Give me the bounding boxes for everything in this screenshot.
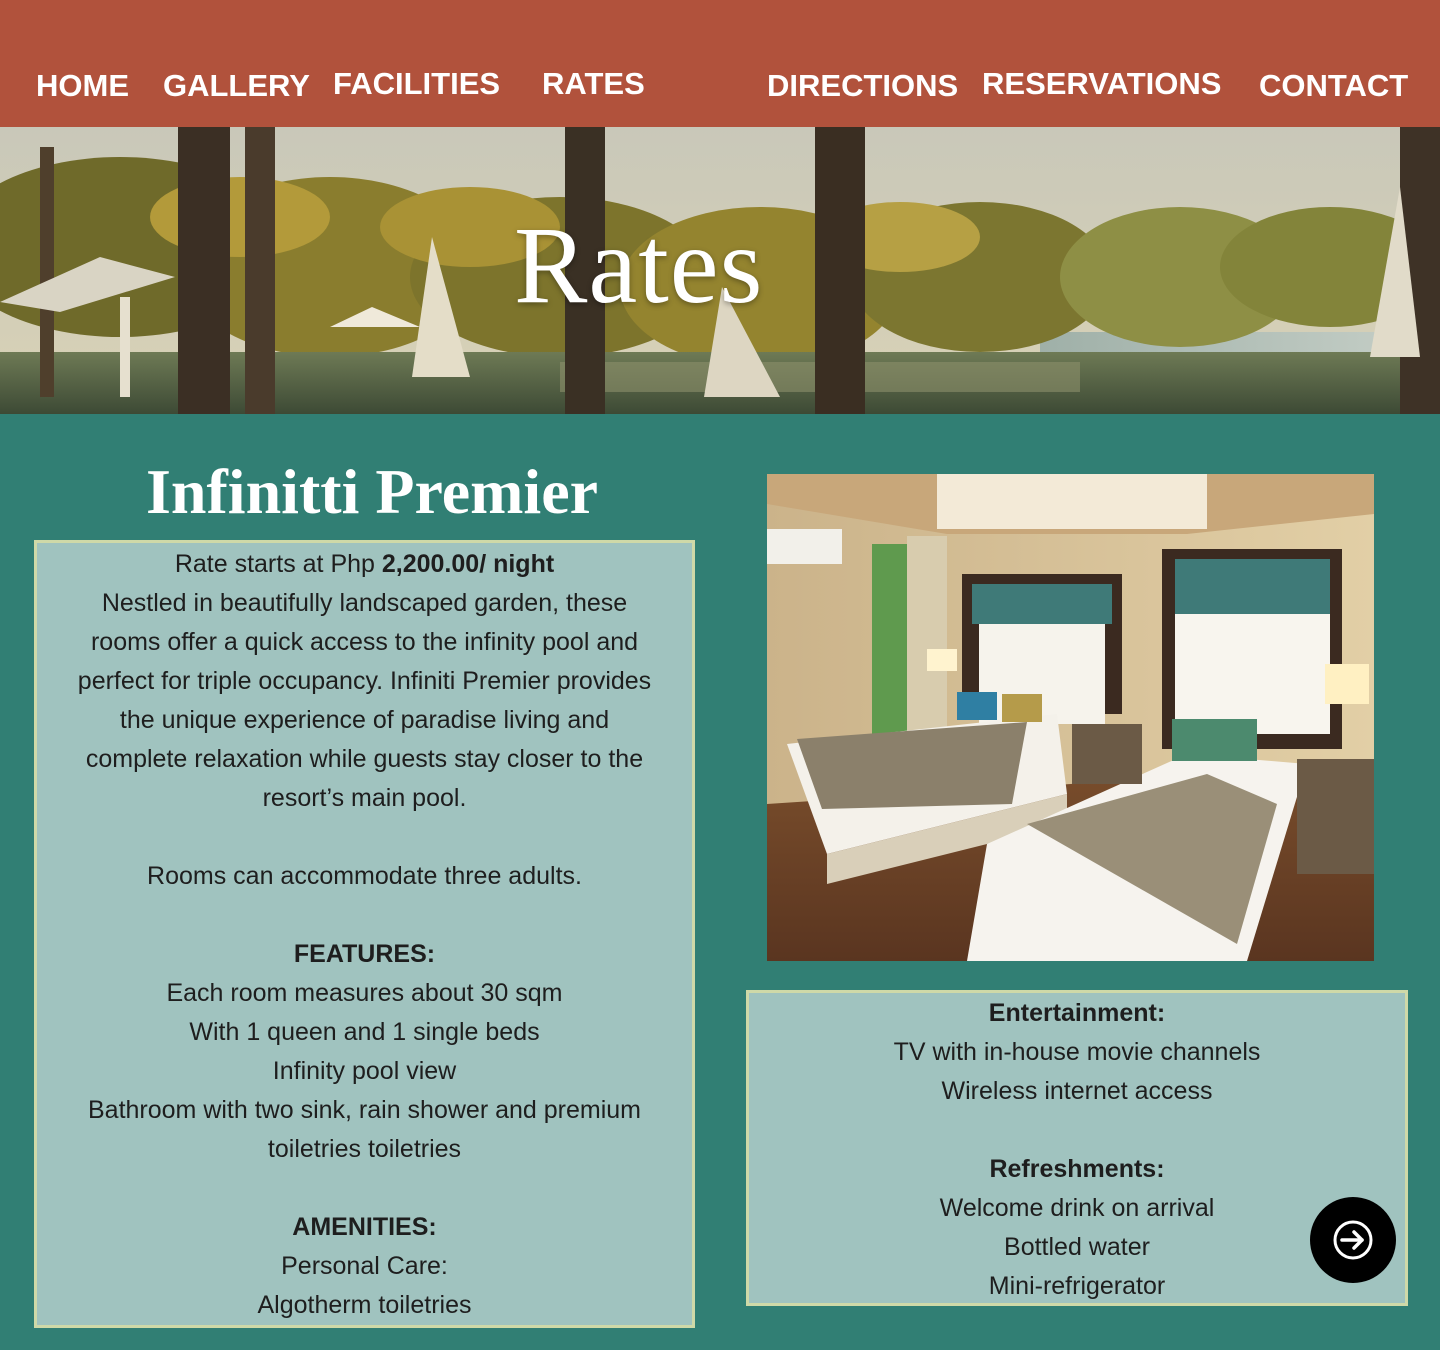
- bedroom-image: [767, 474, 1374, 961]
- arrow-right-icon: [1333, 1220, 1373, 1260]
- nav-contact-link[interactable]: CONTACT: [1259, 68, 1408, 104]
- next-button[interactable]: [1310, 1197, 1396, 1283]
- description-line: rooms offer a quick access to the infini…: [90, 628, 639, 656]
- capacity-text: Rooms can accommodate three adults.: [147, 862, 582, 890]
- room-photo: [767, 474, 1374, 961]
- description-line: resort’s main pool.: [262, 784, 467, 812]
- nav-directions-link[interactable]: DIRECTIONS: [767, 68, 958, 104]
- entertainment-heading: Entertainment:: [988, 999, 1166, 1027]
- amenity-item: Algotherm toiletries: [257, 1291, 472, 1319]
- entertainment-item: Wireless internet access: [941, 1077, 1213, 1105]
- feature-item: Infinity pool view: [272, 1057, 457, 1085]
- rate-value: 2,200.00/ night: [381, 550, 555, 578]
- nav-gallery-link[interactable]: GALLERY: [163, 68, 310, 104]
- top-navigation: HOME GALLERY FACILITIES RATES DIRECTIONS…: [0, 0, 1440, 127]
- nav-facilities-link[interactable]: FACILITIES: [333, 66, 500, 102]
- description-line: the unique experience of paradise living…: [119, 706, 610, 734]
- description-line: Nestled in beautifully landscaped garden…: [101, 589, 628, 617]
- refreshment-item: Bottled water: [1004, 1233, 1150, 1261]
- hero-title: Rates: [514, 204, 764, 326]
- amenity-item: Personal Care:: [281, 1252, 448, 1280]
- feature-item: Each room measures about 30 sqm: [166, 979, 563, 1007]
- refreshment-item: Mini-refrigerator: [988, 1272, 1166, 1300]
- rate-prefix: Rate starts at Php: [174, 550, 382, 578]
- hero-banner: Rates: [0, 127, 1440, 414]
- hero-title-wrapper: Rates: [0, 200, 1440, 330]
- room-description-box: Rate starts at Php 2,200.00/ night Nestl…: [34, 540, 695, 1328]
- feature-item: Bathroom with two sink, rain shower and …: [87, 1096, 641, 1124]
- nav-rates-link[interactable]: RATES: [542, 66, 645, 102]
- rate-line: Rate starts at Php 2,200.00/ night: [37, 545, 692, 584]
- entertainment-item: TV with in-house movie channels: [893, 1038, 1261, 1066]
- refreshment-item: Welcome drink on arrival: [939, 1194, 1215, 1222]
- refreshments-heading: Refreshments:: [989, 1155, 1165, 1183]
- room-title: Infinitti Premier: [145, 456, 599, 527]
- description-line: complete relaxation while guests stay cl…: [85, 745, 644, 773]
- features-heading: FEATURES:: [293, 940, 436, 968]
- room-extras-box: Entertainment: TV with in-house movie ch…: [746, 990, 1408, 1306]
- feature-item: toiletries toiletries: [267, 1135, 462, 1163]
- nav-reservations-link[interactable]: RESERVATIONS: [982, 66, 1221, 102]
- nav-home-link[interactable]: HOME: [36, 68, 129, 104]
- feature-item: With 1 queen and 1 single beds: [189, 1018, 540, 1046]
- amenities-heading: AMENITIES:: [292, 1213, 437, 1241]
- description-line: perfect for triple occupancy. Infiniti P…: [77, 667, 652, 695]
